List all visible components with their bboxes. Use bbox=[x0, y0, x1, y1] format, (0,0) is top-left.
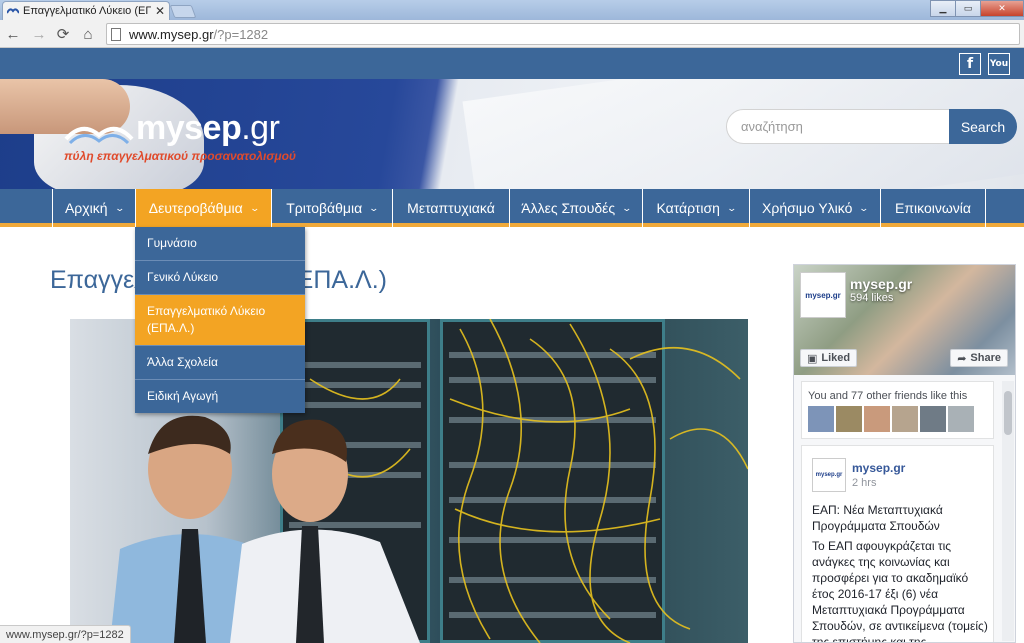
home-icon[interactable]: ⌂ bbox=[79, 25, 97, 43]
close-window-icon[interactable]: ✕ bbox=[980, 0, 1024, 17]
window-controls: ▁ ▭ ✕ bbox=[930, 0, 1024, 18]
friend-avatar[interactable] bbox=[920, 406, 946, 432]
search-input[interactable]: αναζήτηση bbox=[726, 109, 950, 144]
friend-avatar[interactable] bbox=[864, 406, 890, 432]
restore-window-icon[interactable]: ▭ bbox=[955, 0, 981, 17]
like-thumb-icon: ▣ bbox=[807, 352, 818, 365]
tab-title: Επαγγελματικό Λύκειο (ΕΠ bbox=[23, 5, 151, 17]
chevron-down-icon: ⌄ bbox=[621, 202, 633, 213]
post-author-name[interactable]: mysep.gr bbox=[852, 461, 905, 475]
nav-item-home[interactable]: Αρχική ⌄ bbox=[53, 189, 136, 227]
post-body: Το ΕΑΠ αφουγκράζεται τις ανάγκες της κοι… bbox=[812, 539, 988, 643]
chevron-down-icon: ⌄ bbox=[249, 202, 260, 213]
nav-item-tertiary[interactable]: Τριτοβάθμια ⌄ bbox=[272, 189, 393, 227]
back-arrow-icon[interactable]: ← bbox=[4, 25, 22, 43]
facebook-like-count: 594 likes bbox=[850, 292, 894, 304]
technician-person-image bbox=[230, 419, 420, 643]
page-icon bbox=[111, 27, 121, 41]
facebook-widget-scrollbar[interactable] bbox=[1002, 381, 1014, 641]
post-title: ΕΑΠ: Νέα Μεταπτυχιακά Προγράμματα Σπουδώ… bbox=[812, 503, 943, 533]
site-top-bar: f You bbox=[0, 48, 1024, 79]
site-favicon-icon bbox=[7, 8, 19, 14]
browser-tab-strip: Επαγγελματικό Λύκειο (ΕΠ ✕ ▁ ▭ ✕ bbox=[0, 0, 1024, 20]
status-bar-url: www.mysep.gr/?p=1282 bbox=[0, 625, 131, 643]
url-host: www.mysep.gr bbox=[129, 26, 214, 42]
nav-item-postgraduate[interactable]: Μεταπτυχιακά bbox=[393, 189, 510, 227]
dropdown-item-other-schools[interactable]: Άλλα Σχολεία bbox=[135, 346, 305, 380]
logo-tagline: πύλη επαγγελματικού προσανατολισμού bbox=[64, 149, 297, 163]
dropdown-item-vocational-lyceum[interactable]: Επαγγελματικό Λύκειο (ΕΠΑ.Λ.) bbox=[135, 295, 305, 346]
minimize-window-icon[interactable]: ▁ bbox=[930, 0, 956, 17]
dropdown-item-gymnasium[interactable]: Γυμνάσιο bbox=[135, 227, 305, 261]
friends-like-text: You and 77 other friends like this bbox=[808, 390, 968, 402]
post-author-avatar[interactable]: mysep.gr bbox=[812, 458, 846, 492]
forward-arrow-icon[interactable]: → bbox=[30, 25, 48, 43]
browser-tab[interactable]: Επαγγελματικό Λύκειο (ΕΠ ✕ bbox=[2, 1, 170, 20]
close-tab-icon[interactable]: ✕ bbox=[155, 4, 165, 18]
secondary-dropdown-menu: Γυμνάσιο Γενικό Λύκειο Επαγγελματικό Λύκ… bbox=[135, 227, 305, 413]
friend-avatar[interactable] bbox=[808, 406, 834, 432]
youtube-icon[interactable]: You bbox=[988, 53, 1010, 75]
reload-icon[interactable]: ⟳ bbox=[54, 25, 72, 43]
post-timestamp[interactable]: 2 hrs bbox=[852, 477, 876, 489]
facebook-page-avatar[interactable]: mysep.gr bbox=[800, 272, 846, 318]
browser-toolbar: ← → ⟳ ⌂ www.mysep.gr/?p=1282 bbox=[0, 20, 1024, 48]
search-button[interactable]: Search bbox=[949, 109, 1017, 144]
friend-avatars bbox=[808, 406, 976, 432]
site-logo[interactable]: mysep.gr πύλη επαγγελματικού προσανατολι… bbox=[64, 109, 304, 169]
nav-item-useful-material[interactable]: Χρήσιμο Υλικό ⌄ bbox=[750, 189, 881, 227]
nav-item-contact[interactable]: Επικοινωνία bbox=[881, 189, 986, 227]
share-arrow-icon: ➦ bbox=[957, 352, 967, 365]
main-navigation: Αρχική ⌄ Δευτεροβάθμια ⌄ Τριτοβάθμια ⌄ Μετα… bbox=[0, 189, 1024, 227]
facebook-icon[interactable]: f bbox=[959, 53, 981, 75]
chevron-down-icon: ⌄ bbox=[726, 202, 738, 213]
book-logo-icon bbox=[64, 127, 134, 145]
friend-avatar[interactable] bbox=[836, 406, 862, 432]
facebook-page-widget: mysep.gr mysep.gr 594 likes ▣ Liked ➦ Shar… bbox=[793, 264, 1016, 643]
facebook-liked-button[interactable]: ▣ Liked bbox=[800, 349, 858, 367]
chevron-down-icon: ⌄ bbox=[858, 202, 870, 213]
nav-item-other-studies[interactable]: Άλλες Σπουδές ⌄ bbox=[510, 189, 643, 227]
logo-text: mysep.gr bbox=[136, 109, 280, 147]
dropdown-item-special-education[interactable]: Ειδική Αγωγή bbox=[135, 380, 305, 413]
facebook-page-name[interactable]: mysep.gr bbox=[850, 276, 912, 292]
address-bar[interactable]: www.mysep.gr/?p=1282 bbox=[106, 23, 1020, 45]
new-tab-button[interactable] bbox=[169, 5, 197, 18]
nav-item-secondary[interactable]: Δευτεροβάθμια ⌄ bbox=[136, 189, 272, 227]
chevron-down-icon: ⌄ bbox=[368, 202, 380, 213]
nav-item-training[interactable]: Κατάρτιση ⌄ bbox=[643, 189, 750, 227]
url-path: /?p=1282 bbox=[213, 26, 269, 42]
chevron-down-icon: ⌄ bbox=[113, 202, 125, 213]
dropdown-item-general-lyceum[interactable]: Γενικό Λύκειο bbox=[135, 261, 305, 295]
friend-avatar[interactable] bbox=[948, 406, 974, 432]
facebook-friends-box: You and 77 other friends like this bbox=[801, 381, 994, 439]
facebook-post: mysep.gr mysep.gr 2 hrs ΕΑΠ: Νέα Μεταπτυ… bbox=[801, 445, 994, 643]
facebook-share-button[interactable]: ➦ Share bbox=[950, 349, 1008, 367]
friend-avatar[interactable] bbox=[892, 406, 918, 432]
